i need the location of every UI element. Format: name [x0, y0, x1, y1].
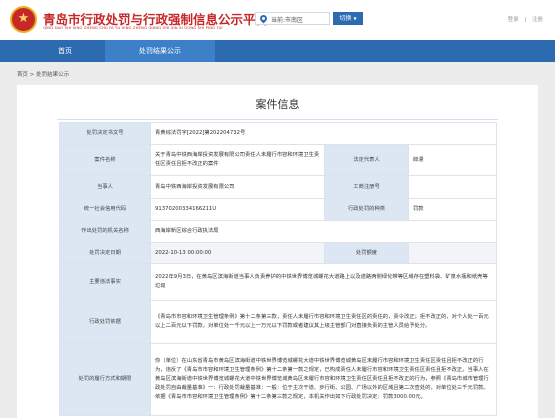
auth-divider: |	[524, 17, 527, 23]
legal-rep-label: 法定代表人	[324, 144, 409, 176]
basis-label: 行政处罚依据	[59, 300, 151, 344]
register-link[interactable]: 注册	[532, 17, 543, 23]
decision-date-label: 处罚决定日期	[59, 242, 151, 264]
table-row: 案件名称 关于青岛中铁西海岸投资发展有限公司责任人未履行市容和环境卫生责任区责任…	[59, 144, 497, 176]
nav-item-publicity[interactable]: 处罚结果公示	[105, 40, 215, 62]
switch-button[interactable]: 切换 ▼	[333, 12, 363, 25]
party-value: 青岛中铁西海岸投资发展有限公司	[150, 175, 325, 199]
switch-label: 切换	[339, 15, 352, 22]
table-row: 作出处罚的机关名称 西海岸新区综合行政执法局	[59, 220, 497, 243]
amount-label: 处罚额度	[324, 242, 409, 264]
authority-value: 西海岸新区综合行政执法局	[150, 220, 497, 243]
performance-label: 处罚的履行方式和期限	[59, 343, 151, 416]
reg-number-label: 工商注册号	[324, 175, 409, 199]
amount-value	[408, 242, 497, 264]
party-label: 当事人	[59, 175, 151, 199]
location-label: 当前:市南区	[271, 17, 304, 24]
main-nav: 首页 处罚结果公示	[0, 40, 555, 62]
penalty-type-label: 行政处罚的种类	[324, 198, 409, 221]
table-row: 当事人 青岛中铁西海岸投资发展有限公司 工商注册号	[59, 175, 497, 199]
auth-links: 登录 | 注册	[504, 15, 543, 23]
facts-label: 主要违法事实	[59, 263, 151, 301]
table-row: 统一社会信用代码 91370200334166211U 行政处罚的种类 罚款	[59, 198, 497, 221]
table-row: 行政处罚依据 《青岛市市容和环境卫生管理条例》第十二条第三款，责任人未履行市容和…	[59, 300, 497, 344]
case-name-label: 案件名称	[59, 144, 151, 176]
authority-label: 作出处罚的机关名称	[59, 220, 151, 243]
site-header: ★ 青岛市行政处罚与行政强制信息公示平台 QING DAO SHI XING Z…	[0, 0, 555, 40]
legal-rep-value: 郎漫	[408, 144, 497, 176]
star-icon: ★	[17, 11, 30, 26]
site-subtitle: QING DAO SHI XING ZHENG CHU FA YU XING Z…	[43, 25, 223, 30]
table-row: 处罚决定日期 2022-10-13 00:00:00 处罚额度	[59, 242, 497, 264]
table-row: 主要违法事实 2022年9月3日，在黄岛区滨海街道当事人负责养护的中铁世界博览城…	[59, 263, 497, 301]
doc-number-value: 青黄综法罚字[2022]第202204732号	[150, 122, 497, 145]
table-row: 处罚决定书文号 青黄综法罚字[2022]第202204732号	[59, 122, 497, 145]
case-info-table: 处罚决定书文号 青黄综法罚字[2022]第202204732号 案件名称 关于青…	[59, 122, 497, 416]
page-title: 案件信息	[255, 98, 300, 111]
login-link[interactable]: 登录	[508, 17, 519, 23]
performance-value: 你（单位）在山东省青岛市黄岛区滨海街道中铁世界博览城螺花大道中铁世界博览城黄岛区…	[150, 343, 497, 416]
chevron-down-icon: ▼	[353, 16, 357, 21]
breadcrumb: 首页 > 处罚结果公示	[17, 72, 70, 78]
reg-number-value	[408, 175, 497, 199]
basis-value: 《青岛市市容和环境卫生管理条例》第十二条第三款，责任人未履行市容和环境卫生责任区…	[150, 300, 497, 344]
case-name-value: 关于青岛中铁西海岸投资发展有限公司责任人未履行市容和环境卫生责任区责任且拒不改正…	[150, 144, 325, 176]
doc-number-label: 处罚决定书文号	[59, 122, 151, 145]
emblem-logo: ★	[10, 6, 37, 33]
location-selector[interactable]: 当前:市南区	[255, 12, 330, 25]
penalty-type-value: 罚款	[408, 198, 497, 221]
title-divider	[57, 119, 498, 120]
credit-code-value: 91370200334166211U	[150, 198, 325, 221]
credit-code-label: 统一社会信用代码	[59, 198, 151, 221]
table-row: 处罚的履行方式和期限 你（单位）在山东省青岛市黄岛区滨海街道中铁世界博览城螺花大…	[59, 343, 497, 416]
location-pin-icon	[258, 13, 269, 24]
facts-value: 2022年9月3日，在黄岛区滨海街道当事人负责养护的中铁世界博览城螺花大道路上以…	[150, 263, 497, 301]
decision-date-value: 2022-10-13 00:00:00	[150, 242, 325, 264]
